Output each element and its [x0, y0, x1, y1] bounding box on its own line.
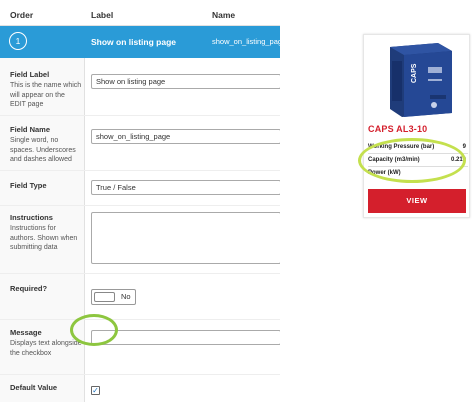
field-name-description: Single word, no spaces. Underscores and …: [10, 137, 76, 163]
row-divider: [0, 273, 280, 274]
field-type-select[interactable]: True / False: [91, 180, 280, 195]
required-toggle[interactable]: No: [91, 289, 136, 305]
compressor-product-image: CAPS: [372, 39, 462, 119]
instructions-textarea[interactable]: [91, 212, 280, 264]
highlight-circle: [70, 314, 118, 346]
row-divider: [0, 374, 280, 375]
product-card: CAPS CAPS AL3-10 Working Pressure (bar) 9…: [363, 34, 470, 218]
field-row-active[interactable]: 1 Show on listing page show_on_listing_p…: [0, 26, 280, 58]
field-row-name: show_on_listing_page: [212, 37, 280, 46]
message-input[interactable]: [91, 330, 280, 345]
row-divider: [0, 170, 280, 171]
field-label-label: Field Label This is the name which will …: [10, 70, 82, 108]
instructions-description: Instructions for authors. Shown when sub…: [10, 225, 78, 251]
field-row-label[interactable]: Show on listing page: [91, 37, 176, 47]
instructions-label: Instructions Instructions for authors. S…: [10, 213, 82, 253]
view-button[interactable]: VIEW: [368, 189, 466, 213]
field-label-description: This is the name which will appear on th…: [10, 82, 82, 108]
product-title[interactable]: CAPS AL3-10: [368, 124, 427, 134]
row-divider: [0, 115, 280, 116]
highlight-ellipse: [358, 138, 466, 183]
required-label: Required?: [10, 284, 48, 293]
toggle-knob: [94, 292, 115, 302]
acf-field-settings: Order Label Name 1 Show on listing page …: [0, 0, 280, 402]
field-name-input[interactable]: show_on_listing_page: [91, 129, 280, 144]
header-order: Order: [10, 10, 34, 20]
row-divider: [0, 205, 280, 206]
fields-table-header: Order Label Name: [0, 0, 280, 26]
header-name: Name: [212, 10, 236, 20]
field-order-badge: 1: [9, 32, 27, 50]
field-label-input[interactable]: Show on listing page: [91, 74, 280, 89]
default-value-checkbox[interactable]: ✓: [91, 386, 100, 395]
field-type-label: Field Type: [10, 181, 47, 190]
default-value-label: Default Value: [10, 383, 58, 392]
header-label: Label: [91, 10, 114, 20]
image-brand-text: CAPS: [411, 63, 418, 83]
field-settings-body: Field Label This is the name which will …: [0, 58, 280, 402]
row-divider: [0, 319, 280, 320]
field-name-label: Field Name Single word, no spaces. Under…: [10, 125, 82, 165]
message-description: Displays text alongside the checkbox: [10, 340, 82, 357]
toggle-state-text: No: [121, 292, 131, 301]
